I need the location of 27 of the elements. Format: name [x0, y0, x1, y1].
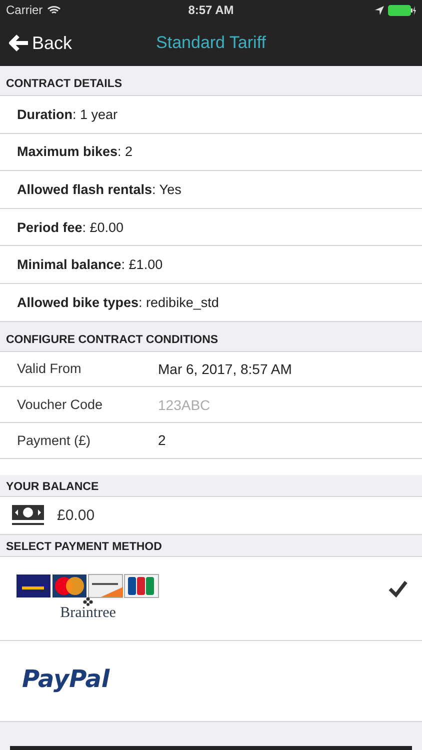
field-label: Payment (£): [17, 432, 92, 448]
detail-text: Period fee: £0.00: [17, 220, 124, 235]
paypal-logo: PayPal: [22, 664, 110, 693]
screen-title: Standard Tariff: [156, 33, 266, 53]
detail-text: Maximum bikes: 2: [17, 144, 133, 160]
detail-text: Allowed bike types: redibike_std: [17, 294, 219, 310]
field-value[interactable]: 2: [158, 432, 166, 448]
location-arrow-icon: [374, 6, 384, 14]
battery-icon: [388, 4, 416, 16]
input-field[interactable]: 123ABC: [158, 396, 308, 413]
field-label: Voucher Code: [17, 397, 104, 412]
field-value[interactable]: Mar 6, 2017, 8:57 AM: [158, 360, 292, 377]
detail-text: Allowed flash rentals: Yes: [17, 182, 182, 197]
detail-text: Duration: 1 year: [17, 106, 118, 122]
payment-method-option[interactable]: Braintree: [0, 556, 422, 641]
carrier-label: Carrier: [6, 3, 43, 17]
checkmark-icon: [388, 580, 408, 598]
detail-text: Minimal balance: £1.00: [17, 257, 163, 272]
back-button[interactable]: Back: [0, 32, 80, 54]
payment-method-option[interactable]: PayPal: [0, 640, 422, 722]
wifi-icon: [46, 5, 61, 15]
braintree-logo: Braintree: [60, 606, 116, 620]
field-label: Valid From: [17, 361, 82, 376]
balance-amount: £0.00: [57, 506, 95, 524]
banknote-icon: [11, 504, 45, 526]
clock-time: 8:57 AM: [188, 3, 234, 17]
back-arrow-icon: [8, 34, 30, 52]
